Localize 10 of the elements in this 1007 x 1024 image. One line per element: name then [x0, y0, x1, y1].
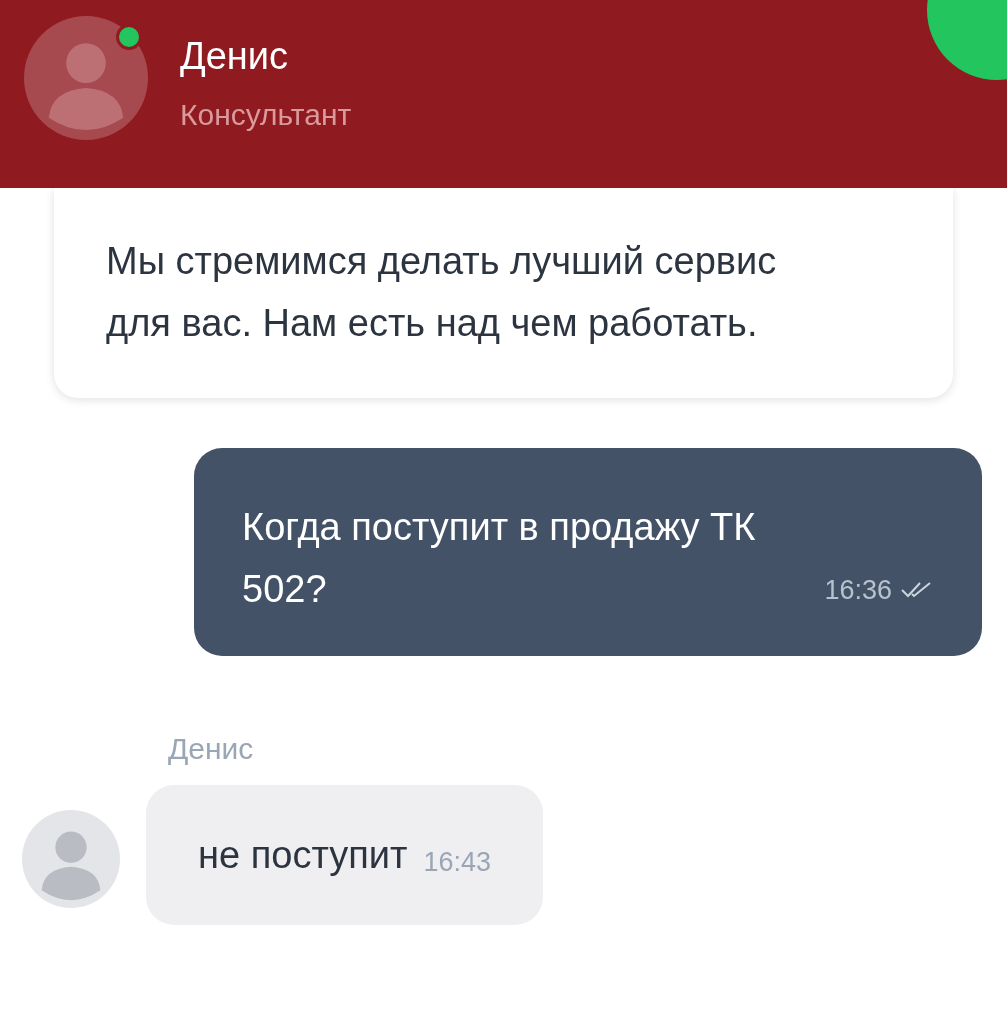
agent-name: Денис	[180, 34, 290, 79]
sender-name: Денис	[168, 731, 255, 767]
agent-role: Консультант	[180, 97, 352, 133]
message-text: не поступит	[198, 832, 408, 878]
message-time: 16:43	[423, 845, 491, 879]
message-time: 16:36	[824, 573, 892, 607]
avatar-icon	[22, 810, 120, 908]
message-text: Мы стремимся делать лучший сервис для вас. Нам есть над чем работать.	[106, 239, 778, 346]
message-text: Когда поступит в продажу ТК 502?	[242, 505, 757, 612]
avatar-icon	[24, 16, 148, 140]
